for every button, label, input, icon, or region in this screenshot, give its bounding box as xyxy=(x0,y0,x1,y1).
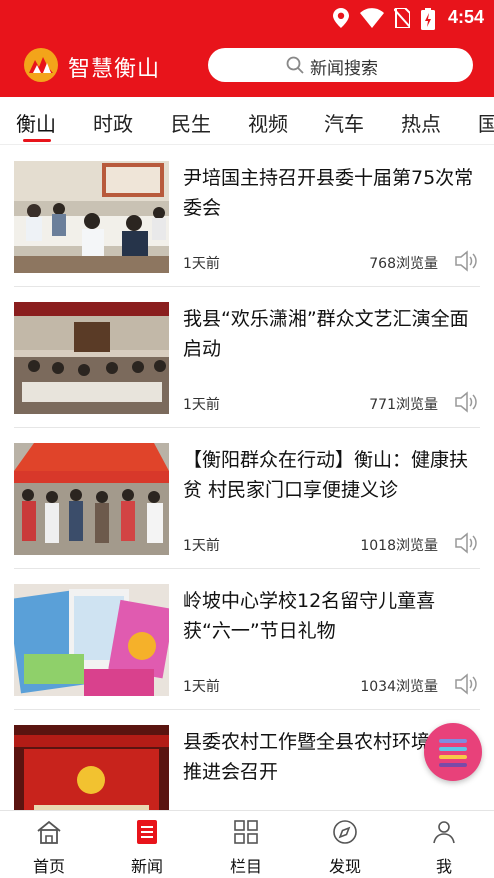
nav-news-label: 新闻 xyxy=(130,857,163,876)
nav-columns-label: 栏目 xyxy=(229,857,262,876)
news-item[interactable]: 我县“欢乐潇湘”群众文艺汇演全面启动 1天前 771浏览量 xyxy=(0,287,494,428)
news-thumbnail xyxy=(14,443,169,555)
wifi-icon xyxy=(360,8,384,28)
nav-me[interactable]: 我 xyxy=(395,811,493,878)
nav-home[interactable]: 首页 xyxy=(0,811,98,878)
news-time: 1天前 xyxy=(183,256,220,272)
news-title: 岭坡中心学校12名留守儿童喜获“六一”节日礼物 xyxy=(183,590,436,642)
tab-livelihood[interactable]: 民生 xyxy=(171,108,211,137)
speaker-icon[interactable] xyxy=(454,673,478,695)
news-icon xyxy=(137,820,157,844)
nav-home-label: 首页 xyxy=(32,857,65,876)
tab-hot[interactable]: 热点 xyxy=(401,108,441,137)
user-icon xyxy=(433,821,455,844)
home-icon xyxy=(37,820,61,844)
bottom-nav: 首页 新闻 栏目 发现 我 xyxy=(0,810,494,878)
grid-icon xyxy=(234,820,258,844)
discover-icon xyxy=(333,820,357,844)
news-views: 768浏览量 xyxy=(369,256,438,272)
search-placeholder: 新闻搜索 xyxy=(310,59,378,79)
speaker-icon[interactable] xyxy=(454,391,478,413)
news-thumbnail xyxy=(14,584,169,696)
fab-stripe xyxy=(439,747,467,751)
category-tabs: 衡山 时政 民生 视频 汽车 热点 国 xyxy=(0,97,494,145)
tab-auto[interactable]: 汽车 xyxy=(324,108,364,137)
fab-stripe xyxy=(439,755,467,759)
status-time: 4:54 xyxy=(447,7,484,27)
no-sim-icon xyxy=(394,8,410,28)
news-time: 1天前 xyxy=(183,679,220,695)
tab-more[interactable]: 国 xyxy=(478,108,494,137)
nav-columns[interactable]: 栏目 xyxy=(197,811,295,878)
search-bar[interactable]: 新闻搜索 xyxy=(208,48,473,82)
status-bar: 4:54 xyxy=(0,0,494,36)
news-time: 1天前 xyxy=(183,397,220,413)
news-item[interactable]: 岭坡中心学校12名留守儿童喜获“六一”节日礼物 1天前 1034浏览量 xyxy=(0,569,494,710)
tab-hengshan[interactable]: 衡山 xyxy=(16,108,56,137)
app-logo-icon xyxy=(24,48,58,82)
nav-discover[interactable]: 发现 xyxy=(296,811,394,878)
news-title: 我县“欢乐潇湘”群众文艺汇演全面启动 xyxy=(183,308,469,360)
news-thumbnail xyxy=(14,302,169,414)
news-time: 1天前 xyxy=(183,538,220,554)
news-views: 1018浏览量 xyxy=(360,538,438,554)
fab-stripe xyxy=(439,763,467,767)
location-icon xyxy=(333,8,349,28)
app-header: 智慧衡山 新闻搜索 xyxy=(0,40,494,92)
speaker-icon[interactable] xyxy=(454,250,478,272)
news-title: 【衡阳群众在行动】衡山：健康扶贫 村民家门口享便捷义诊 xyxy=(183,449,469,501)
news-views: 1034浏览量 xyxy=(360,679,438,695)
news-title: 尹培国主持召开县委十届第75次常委会 xyxy=(183,167,474,219)
nav-discover-label: 发现 xyxy=(328,857,361,876)
news-views: 771浏览量 xyxy=(369,397,438,413)
nav-news[interactable]: 新闻 xyxy=(98,811,196,878)
news-item[interactable]: 尹培国主持召开县委十届第75次常委会 1天前 768浏览量 xyxy=(0,146,494,287)
active-tab-indicator xyxy=(23,139,51,142)
news-thumbnail xyxy=(14,161,169,273)
app-title: 智慧衡山 xyxy=(68,57,161,82)
tab-politics[interactable]: 时政 xyxy=(93,108,133,137)
battery-icon xyxy=(421,8,435,30)
news-item[interactable]: 【衡阳群众在行动】衡山：健康扶贫 村民家门口享便捷义诊 1天前 1018浏览量 xyxy=(0,428,494,569)
search-icon xyxy=(286,56,304,74)
speaker-icon[interactable] xyxy=(454,532,478,554)
fab-stripe xyxy=(439,739,467,743)
tab-video[interactable]: 视频 xyxy=(248,108,288,137)
app-header-bar: 4:54 智慧衡山 新闻搜索 xyxy=(0,0,494,97)
nav-me-label: 我 xyxy=(435,857,452,876)
floating-menu-button[interactable] xyxy=(424,723,482,781)
